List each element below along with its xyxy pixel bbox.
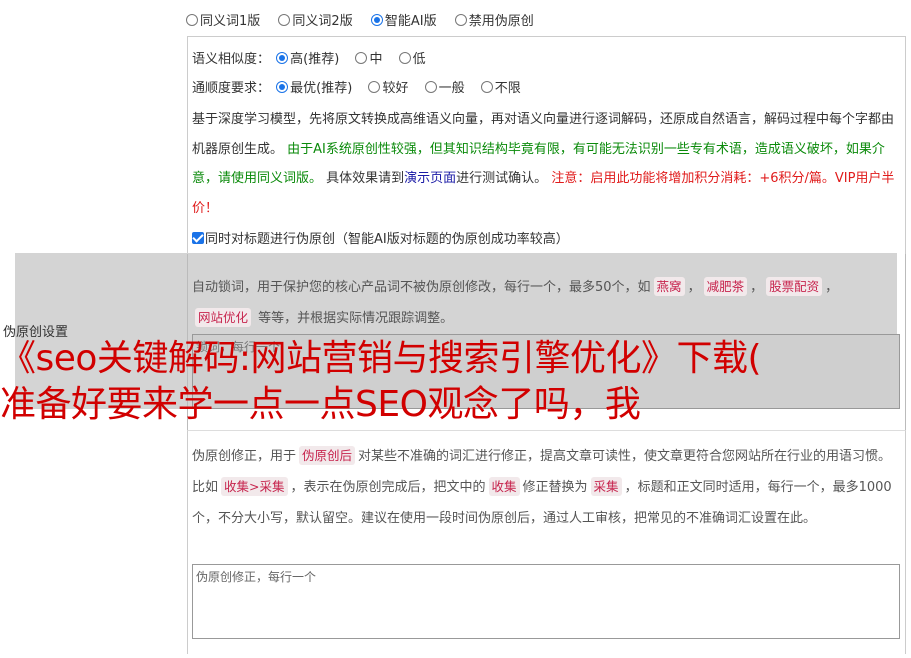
keyword-example: 网站优化 — [195, 308, 252, 327]
fluency-option-unlimited[interactable]: 不限 — [480, 77, 521, 96]
radio-icon[interactable] — [355, 52, 368, 64]
radio-selected-icon[interactable] — [276, 52, 289, 64]
version-selector: 同义词1版 同义词2版 智能AI版 禁用伪原创 — [186, 10, 548, 29]
correction-section: 伪原创修正，用于 伪原创后 对某些不准确的词汇进行修正，提高文章可读性，使文章更符合… — [187, 430, 906, 654]
fluency-option-best[interactable]: 最优(推荐) — [276, 77, 352, 96]
version-option-ai[interactable]: 智能AI版 — [370, 10, 437, 29]
ai-description-text-3: 进行测试确认。 — [456, 171, 552, 186]
similarity-option-label: 高(推荐) — [290, 52, 340, 67]
similarity-option-label: 中 — [369, 52, 383, 67]
fluency-option-label: 一般 — [438, 81, 465, 96]
ai-description: 基于深度学习模型，先将原文转换成高维语义向量，再对语义向量进行逐词解码，还原成自… — [192, 105, 900, 223]
title-rewrite-option[interactable]: 同时对标题进行伪原创（智能AI版对标题的伪原创成功率较高） — [192, 228, 569, 247]
keyword-example: 收集>采集 — [221, 477, 288, 496]
article-title-banner: 《seo关键解码:网站营销与搜索引擎优化》下载( 准备好要来学一点一点SEO观念… — [0, 336, 762, 428]
fix-desc-text-4: 修正替换为 — [522, 480, 588, 495]
radio-icon[interactable] — [424, 81, 437, 93]
keyword-example: 收集 — [488, 477, 520, 496]
radio-icon[interactable] — [186, 14, 198, 26]
fluency-option-label: 最优(推荐) — [290, 81, 353, 96]
checkbox-checked-icon[interactable] — [192, 232, 204, 244]
ai-description-text-2: 具体效果请到 — [322, 171, 405, 186]
banner-line-2: 准备好要来学一点一点SEO观念了吗，我 — [0, 384, 641, 425]
title-rewrite-label: 同时对标题进行伪原创（智能AI版对标题的伪原创成功率较高） — [205, 232, 569, 247]
similarity-label: 语义相似度： — [192, 52, 271, 67]
version-option-label: 同义词1版 — [200, 14, 261, 29]
correction-description: 伪原创修正，用于 伪原创后 对某些不准确的词汇进行修正，提高文章可读性，使文章更符合… — [192, 441, 902, 534]
fluency-option-average[interactable]: 一般 — [424, 77, 465, 96]
version-option-label: 智能AI版 — [384, 14, 437, 29]
keyword-example: 采集 — [590, 477, 622, 496]
fluency-label: 通顺度要求： — [192, 81, 271, 96]
version-option-disable[interactable]: 禁用伪原创 — [454, 10, 534, 29]
keyword-example: 股票配资 — [766, 277, 823, 296]
correction-input[interactable] — [192, 564, 900, 639]
radio-icon[interactable] — [278, 14, 291, 26]
keyword-example: 减肥茶 — [703, 277, 748, 296]
fluency-option-good[interactable]: 较好 — [368, 77, 408, 96]
radio-selected-icon[interactable] — [276, 81, 289, 93]
version-option-label: 同义词2版 — [292, 14, 353, 29]
fluency-option-label: 较好 — [382, 81, 409, 96]
radio-icon[interactable] — [368, 81, 381, 93]
version-option-label: 禁用伪原创 — [468, 14, 534, 29]
fix-desc-text-3: ，表示在伪原创完成后，把文中的 — [290, 480, 486, 495]
keyword-example: 伪原创后 — [299, 446, 356, 465]
lock-words-description: 自动锁词，用于保护您的核心产品词不被伪原创修改，每行一个，最多50个，如 燕窝，减… — [192, 277, 839, 327]
fluency-row: 通顺度要求： 最优(推荐) 较好 一般 不限 — [192, 77, 533, 96]
version-option-synonym-1[interactable]: 同义词1版 — [186, 10, 260, 29]
lock-desc-text: 自动锁词，用于保护您的核心产品词不被伪原创修改，每行一个，最多50个，如 — [192, 280, 651, 295]
similarity-option-medium[interactable]: 中 — [355, 48, 382, 67]
radio-icon[interactable] — [480, 81, 493, 93]
ai-settings-panel: 语义相似度： 高(推荐) 中 低 通顺度要求： 最优(推荐) 较好 一般 不限 … — [187, 36, 906, 254]
version-option-synonym-2[interactable]: 同义词2版 — [278, 10, 353, 29]
radio-icon[interactable] — [398, 52, 411, 64]
similarity-option-low[interactable]: 低 — [398, 48, 426, 67]
similarity-option-high[interactable]: 高(推荐) — [276, 48, 339, 67]
lock-desc-text-2: 等等，并根据实际情况跟踪调整。 — [258, 311, 454, 326]
fluency-option-label: 不限 — [494, 81, 521, 96]
demo-page-link[interactable]: 演示页面 — [404, 171, 456, 186]
similarity-option-label: 低 — [412, 52, 426, 67]
keyword-example: 燕窝 — [653, 277, 685, 296]
radio-selected-icon[interactable] — [370, 14, 383, 26]
radio-icon[interactable] — [454, 14, 467, 26]
fix-desc-text: 伪原创修正，用于 — [192, 449, 297, 464]
banner-line-1: 《seo关键解码:网站营销与搜索引擎优化》下载( — [0, 338, 762, 379]
similarity-row: 语义相似度： 高(推荐) 中 低 — [192, 48, 438, 67]
